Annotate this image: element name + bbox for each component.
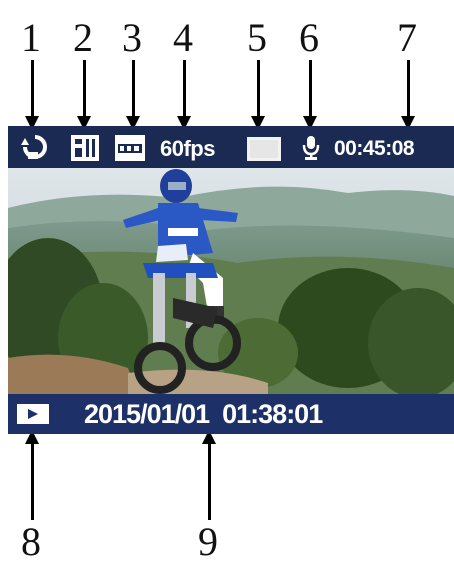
bottom-bar: 2015/01/01 01:38:01	[8, 394, 454, 434]
callout-3: 3	[122, 15, 142, 60]
recording-time: 00:45:08	[334, 137, 415, 160]
video-size-icon	[115, 135, 145, 161]
video-mode-icon	[17, 404, 49, 424]
callout-1: 1	[21, 15, 41, 60]
callout-7: 7	[397, 15, 417, 60]
motocross-photo	[8, 168, 454, 394]
leader-arrow-3	[126, 60, 140, 130]
leader-arrow-9	[202, 430, 216, 520]
fps-label: 60fps	[160, 136, 215, 161]
status-bar: 3 60fps 00:45:08	[8, 126, 454, 168]
callout-8: 8	[21, 519, 41, 564]
leader-arrow-1	[25, 60, 39, 130]
svg-text:3: 3	[33, 144, 38, 153]
hdr-icon	[247, 137, 281, 161]
preview-image	[8, 168, 454, 394]
leader-arrow-8	[25, 430, 39, 520]
microphone-icon	[302, 136, 320, 160]
leader-arrow-4	[177, 60, 191, 130]
leader-arrow-6	[303, 60, 317, 130]
leader-arrow-5	[251, 60, 265, 130]
callout-5: 5	[247, 15, 267, 60]
image-quality-icon	[71, 135, 99, 161]
callout-9: 9	[198, 519, 218, 564]
callout-6: 6	[299, 15, 319, 60]
camera-screen: 3 60fps 00:45:08 2015/01/01 01:38:01	[8, 126, 454, 434]
callout-4: 4	[173, 15, 193, 60]
leader-arrow-2	[77, 60, 91, 130]
loop-recording-icon: 3	[21, 135, 47, 159]
callout-2: 2	[73, 15, 93, 60]
datetime-stamp: 2015/01/01 01:38:01	[84, 399, 323, 429]
leader-arrow-7	[401, 60, 415, 130]
